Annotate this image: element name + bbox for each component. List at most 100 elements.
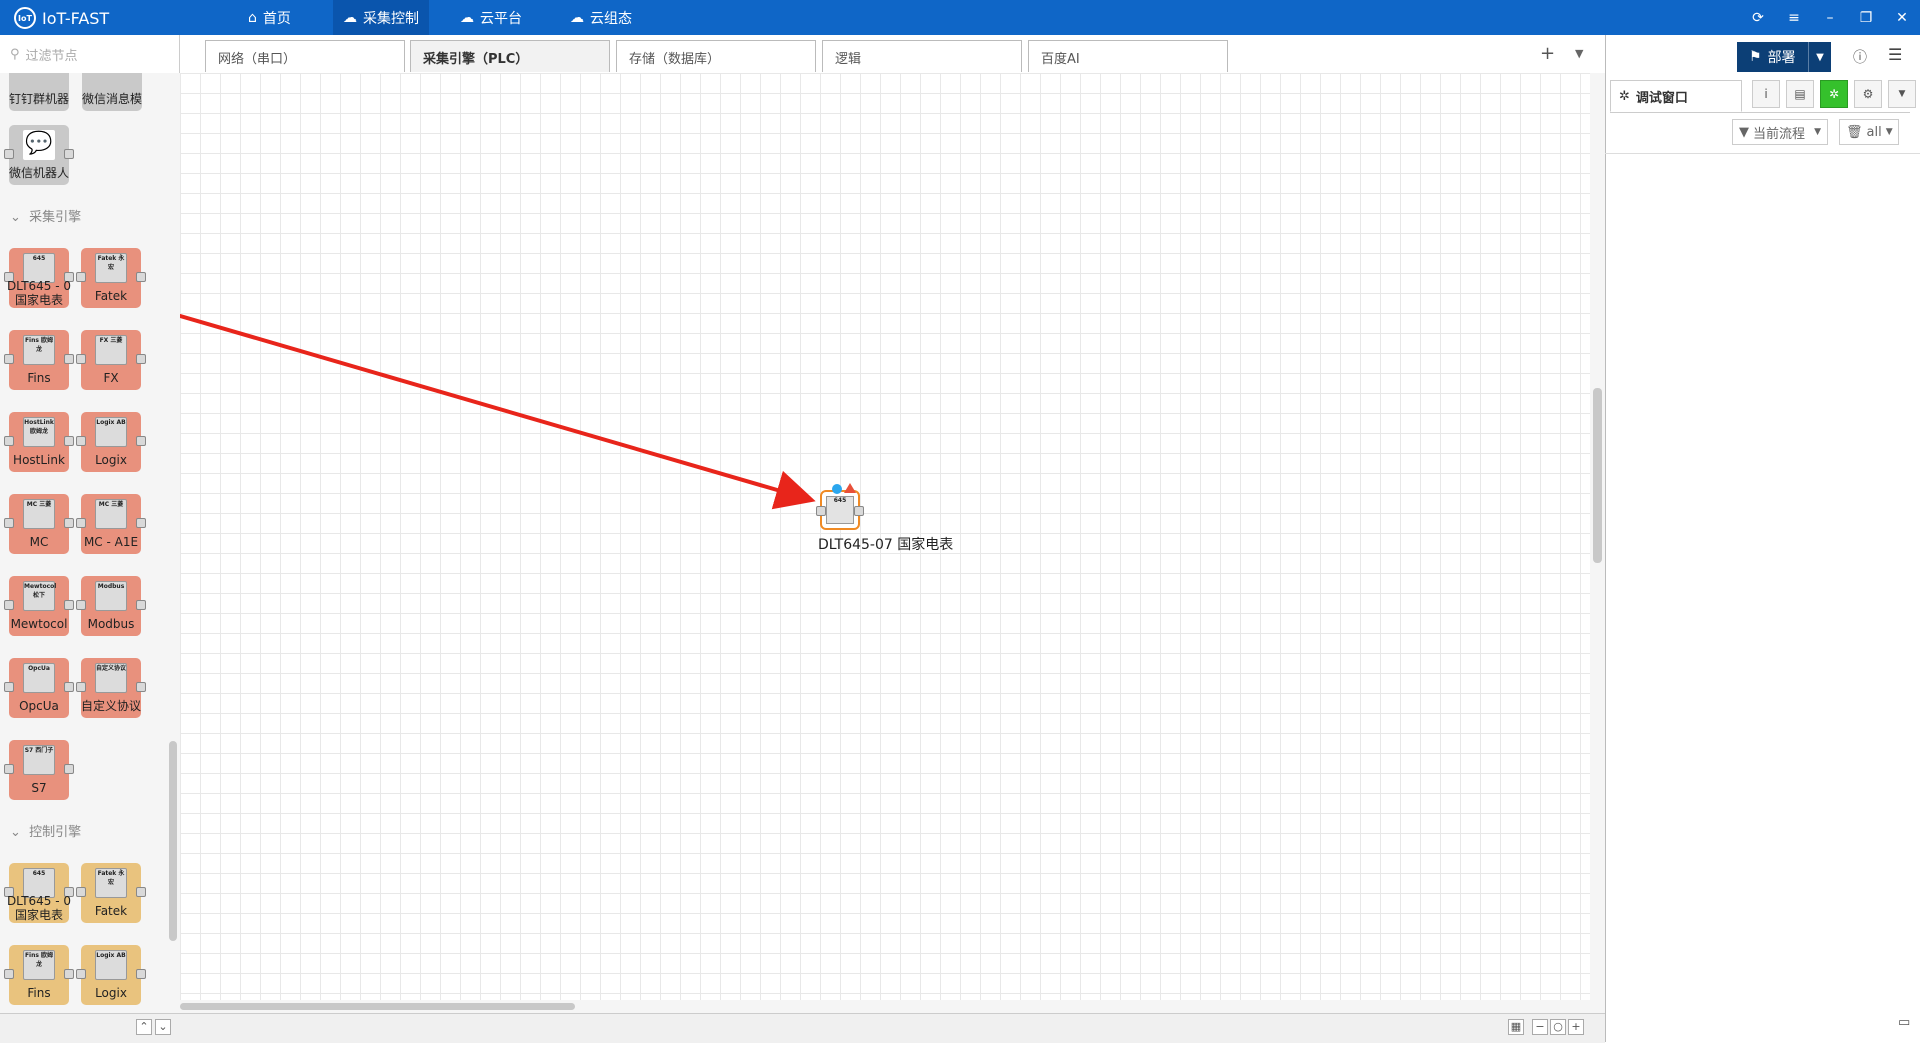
output-port[interactable] [136,436,146,446]
palette-node[interactable]: Fins 欧姆龙 Fins [4,330,74,390]
input-port[interactable] [76,272,86,282]
horizontal-scroll-thumb[interactable] [180,1003,575,1010]
tab-logic[interactable]: 逻辑 [822,40,1022,72]
input-port[interactable] [4,518,14,528]
palette-node[interactable]: HostLink 欧姆龙 HostLink [4,412,74,472]
menu-icon[interactable]: ≡ [1776,0,1812,35]
settings-gear-icon[interactable]: ⚙ [1854,80,1882,108]
nav-collect-control[interactable]: ☁ 采集控制 [333,0,429,35]
palette-node[interactable]: FX 三菱 FX [76,330,146,390]
output-port[interactable] [854,506,864,516]
input-port[interactable] [76,354,86,364]
book-icon[interactable]: ▤ [1786,80,1814,108]
tab-list-chevron-icon[interactable]: ▼ [1575,47,1583,60]
monitor-icon[interactable]: ▭ [1898,1015,1910,1030]
input-port[interactable] [816,506,826,516]
output-port[interactable] [136,518,146,528]
input-port[interactable] [76,436,86,446]
tab-collect-plc[interactable]: 采集引擎（PLC） [410,40,610,72]
debug-bug-icon[interactable]: ✲ [1820,80,1848,108]
palette-node[interactable]: Mewtocol 松下 Mewtocol [4,576,74,636]
collapse-up-icon[interactable]: ⌃ [136,1019,152,1035]
input-port[interactable] [4,600,14,610]
debug-clear-all-select[interactable]: 🗑 all ▼ [1839,119,1899,145]
output-port[interactable] [64,518,74,528]
input-port[interactable] [76,887,86,897]
refresh-icon[interactable]: ⟳ [1740,0,1776,35]
input-port[interactable] [76,969,86,979]
input-port[interactable] [4,149,14,159]
output-port[interactable] [64,764,74,774]
cloud-icon: ☁ [460,9,474,26]
sidebar-menu-chevron-icon[interactable]: ▼ [1888,80,1916,108]
add-tab-icon[interactable]: + [1540,43,1555,64]
input-port[interactable] [4,354,14,364]
input-port[interactable] [4,682,14,692]
palette-node[interactable]: Logix AB Logix [76,412,146,472]
palette-node[interactable]: 645 DLT645 - 0 国家电表 [4,248,74,308]
zoom-out-icon[interactable]: − [1532,1019,1548,1035]
deploy-button[interactable]: ⚑ 部署 ▼ [1737,42,1831,72]
output-port[interactable] [64,149,74,159]
tab-storage-db[interactable]: 存储（数据库） [616,40,816,72]
section-control-engine[interactable]: ⌄ 控制引擎 [10,821,81,840]
section-collect-engine[interactable]: ⌄ 采集引擎 [10,206,81,225]
input-port[interactable] [76,518,86,528]
input-port[interactable] [4,436,14,446]
palette-node[interactable]: S7 西门子 S7 [4,740,74,800]
palette-scrollbar[interactable] [169,741,177,941]
info-icon[interactable]: i [1752,80,1780,108]
close-icon[interactable]: ✕ [1884,0,1920,35]
nav-cloud-platform[interactable]: ☁ 云平台 [450,0,532,35]
palette-node-wechat-msg[interactable]: 微信消息模 [82,73,142,111]
output-port[interactable] [64,682,74,692]
input-port[interactable] [4,969,14,979]
palette-node[interactable]: Logix AB Logix [76,945,146,1005]
palette-node[interactable]: Fins 欧姆龙 Fins [4,945,74,1005]
brand[interactable]: IoT IoT-FAST [14,6,109,30]
flow-node-dlt645[interactable]: 645 [816,483,864,530]
output-port[interactable] [136,600,146,610]
palette-node[interactable]: OpcUa OpcUa [4,658,74,718]
palette-node[interactable]: Fatek 永宏 Fatek [76,863,146,923]
node-filter[interactable]: ⚲ 过滤节点 [0,35,180,73]
output-port[interactable] [136,272,146,282]
main-menu-icon[interactable]: ☰ [1888,45,1902,64]
maximize-icon[interactable]: ❐ [1848,0,1884,35]
output-port[interactable] [136,887,146,897]
tab-baidu-ai[interactable]: 百度AI [1028,40,1228,72]
output-port[interactable] [136,682,146,692]
nav-home[interactable]: ⌂ 首页 [238,0,301,35]
nav-cloud-scada[interactable]: ☁ 云组态 [560,0,642,35]
palette-node[interactable]: Fatek 永宏 Fatek [76,248,146,308]
palette-node-dingtalk[interactable]: 钉钉群机器 [9,73,69,111]
map-icon[interactable]: ▦ [1508,1019,1524,1035]
tab-network-serial[interactable]: 网络（串口） [205,40,405,72]
palette-node-wechat-robot[interactable]: 💬 微信机器人 [4,125,74,185]
input-port[interactable] [76,682,86,692]
deploy-menu-chevron-icon[interactable]: ▼ [1808,42,1831,72]
collapse-down-icon[interactable]: ⌄ [155,1019,171,1035]
input-port[interactable] [4,764,14,774]
debug-filter-flow-select[interactable]: ▼ 当前流程 ▼ [1732,119,1828,145]
canvas-vertical-scrollbar[interactable] [1590,73,1605,1013]
output-port[interactable] [64,600,74,610]
output-port[interactable] [64,969,74,979]
palette-node[interactable]: MC 三菱 MC - A1E [76,494,146,554]
zoom-reset-icon[interactable]: ○ [1550,1019,1566,1035]
output-port[interactable] [64,436,74,446]
palette-node[interactable]: 自定义协议 自定义协议 [76,658,146,718]
canvas-horizontal-scrollbar[interactable] [180,1000,1590,1013]
minimize-icon[interactable]: – [1812,0,1848,35]
zoom-in-icon[interactable]: + [1568,1019,1584,1035]
palette-node[interactable]: MC 三菱 MC [4,494,74,554]
tab-debug-window[interactable]: ✲ 调试窗口 [1610,80,1742,112]
output-port[interactable] [136,354,146,364]
input-port[interactable] [76,600,86,610]
palette-node[interactable]: Modbus Modbus [76,576,146,636]
vertical-scroll-thumb[interactable] [1593,388,1602,563]
output-port[interactable] [136,969,146,979]
help-icon[interactable]: ⓘ [1853,47,1867,67]
output-port[interactable] [64,354,74,364]
palette-node[interactable]: 645 DLT645 - 0 国家电表 [4,863,74,923]
